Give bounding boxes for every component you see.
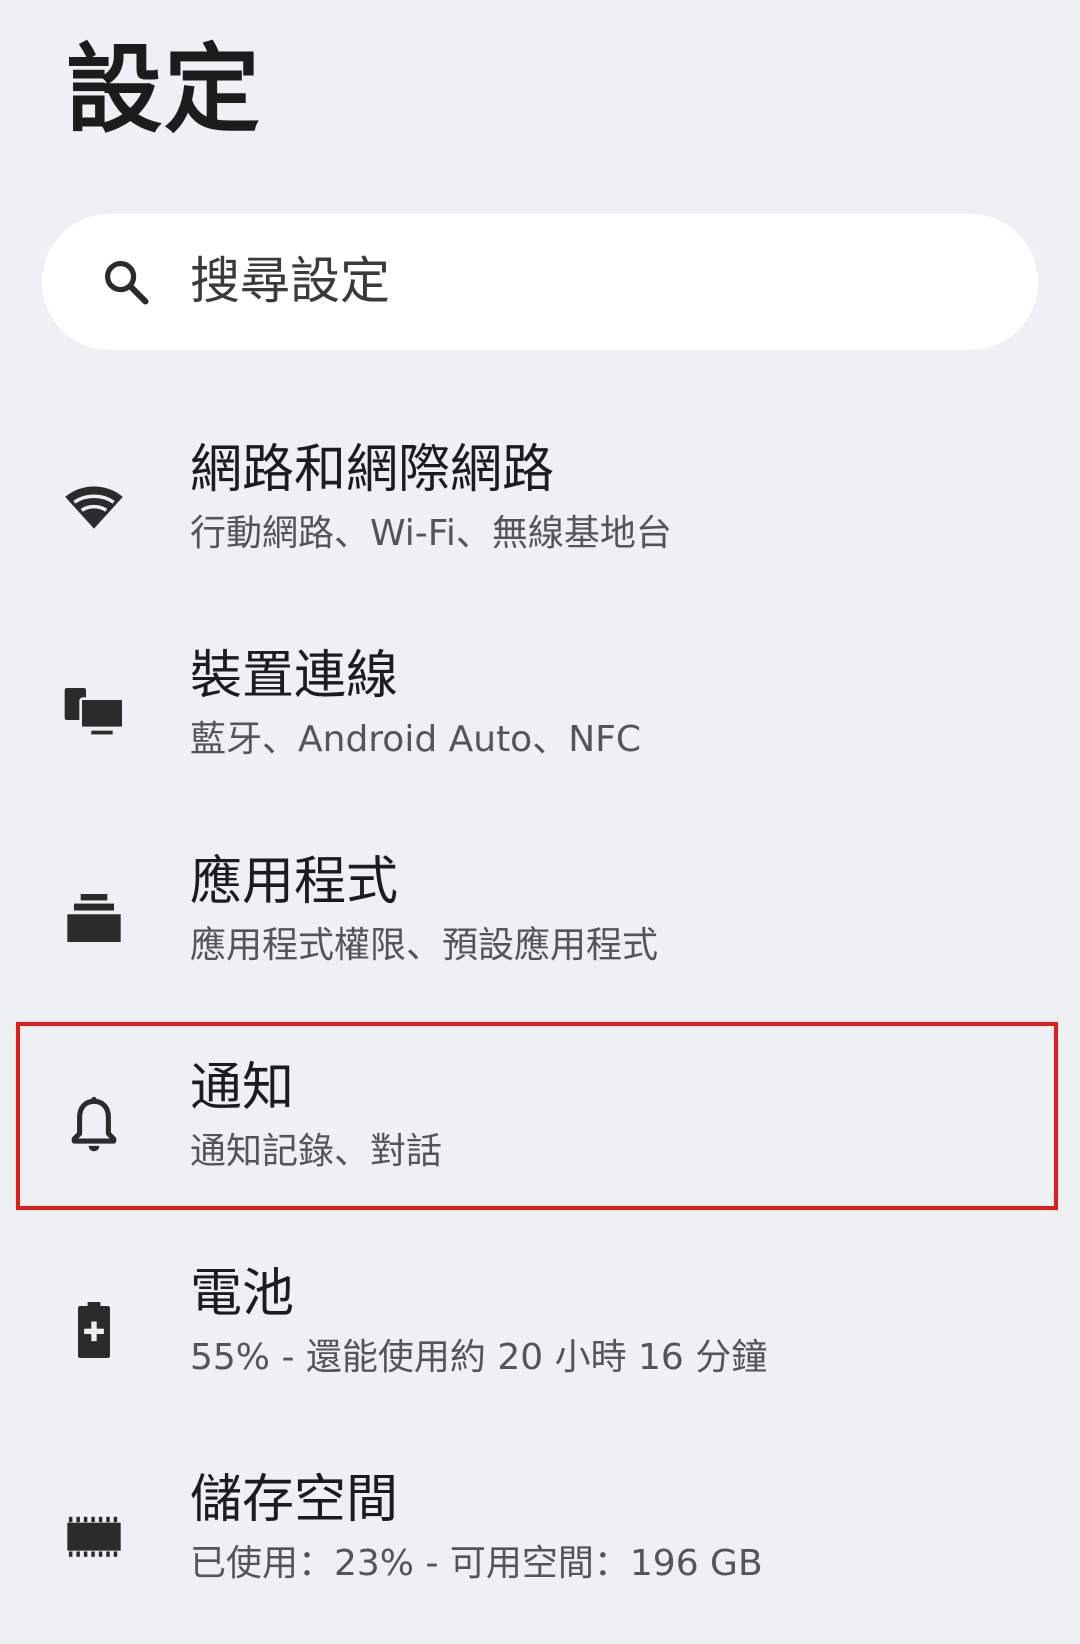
settings-item-title: 電池 [190, 1264, 295, 1324]
apps-icon [62, 886, 126, 950]
battery-icon [62, 1298, 126, 1362]
settings-item-summary: 55% - 還能使用約 20 小時 16 分鐘 [190, 1337, 768, 1378]
settings-item-title: 裝置連線 [190, 646, 399, 706]
search-input[interactable]: 搜尋設定 [190, 246, 390, 316]
settings-item-summary: 通知記錄、對話 [190, 1131, 443, 1172]
devices-icon [62, 680, 126, 744]
settings-item-title: 網路和網際網路 [190, 440, 555, 500]
settings-item-network[interactable]: 網路和網際網路 行動網路、Wi-Fi、無線基地台 [0, 408, 1080, 614]
settings-item-summary: 行動網路、Wi-Fi、無線基地台 [190, 513, 672, 554]
page-title: 設定 [66, 34, 262, 146]
settings-list: 網路和網際網路 行動網路、Wi-Fi、無線基地台 裝置連線 藍牙、Android… [0, 408, 1080, 1644]
settings-item-summary: 藍牙、Android Auto、NFC [190, 719, 641, 760]
settings-item-title: 通知 [190, 1058, 295, 1118]
settings-item-title: 應用程式 [190, 852, 399, 912]
bell-icon [62, 1092, 126, 1156]
settings-item-storage[interactable]: 儲存空間 已使用：23% - 可用空間：196 GB [0, 1438, 1080, 1644]
storage-icon [62, 1504, 126, 1568]
wifi-icon [62, 474, 126, 538]
settings-item-summary: 應用程式權限、預設應用程式 [190, 925, 659, 966]
settings-item-title: 儲存空間 [190, 1470, 399, 1530]
settings-item-connected-devices[interactable]: 裝置連線 藍牙、Android Auto、NFC [0, 614, 1080, 820]
settings-item-apps[interactable]: 應用程式 應用程式權限、預設應用程式 [0, 820, 1080, 1026]
settings-item-summary: 已使用：23% - 可用空間：196 GB [190, 1543, 763, 1584]
settings-item-notifications[interactable]: 通知 通知記錄、對話 [0, 1026, 1080, 1232]
search-icon[interactable] [100, 256, 152, 308]
settings-item-battery[interactable]: 電池 55% - 還能使用約 20 小時 16 分鐘 [0, 1232, 1080, 1438]
